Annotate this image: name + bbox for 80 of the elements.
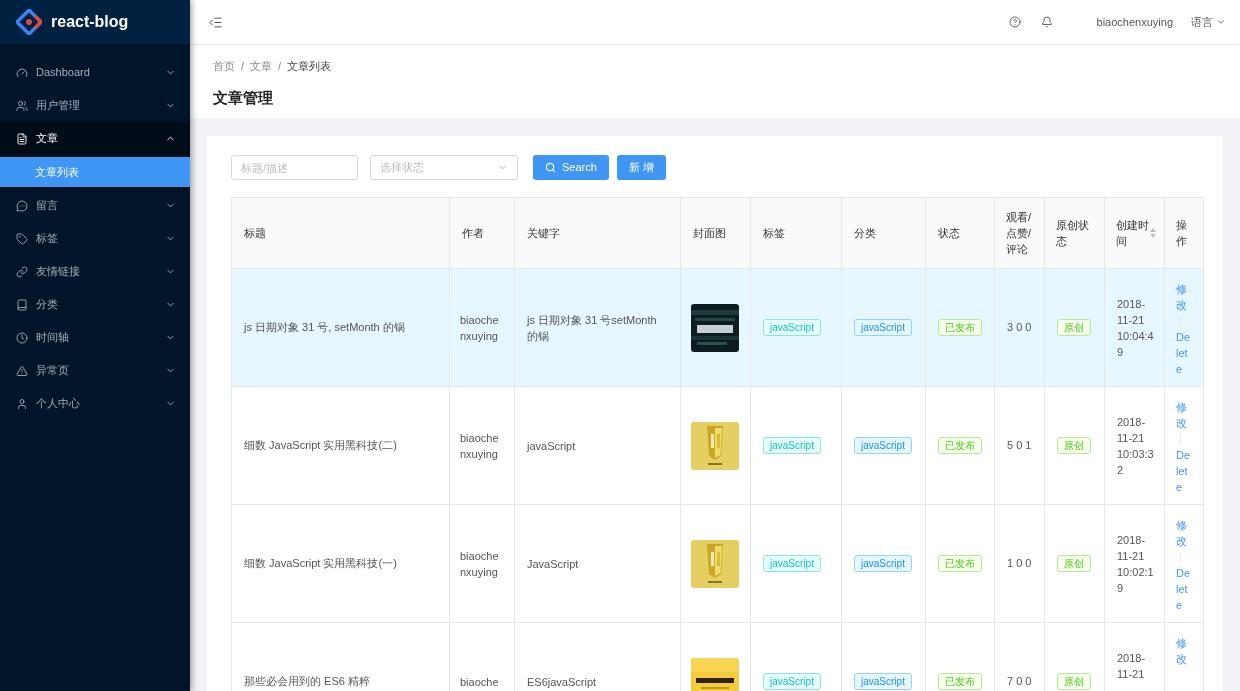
column-header: 分类 [841,197,926,269]
table-cell: 2018-11-21 10:03:32 [1104,386,1165,505]
table-cell: 3 0 0 [994,268,1045,387]
book-icon [16,298,28,311]
table-cell: js 日期对象 31 号setMonth 的锅 [514,268,681,387]
breadcrumb-separator: / [278,59,282,74]
caret-icon [1216,17,1226,27]
users-icon [16,99,28,112]
brand-name: react-blog [51,12,129,32]
menu-item[interactable]: 异常页 [0,354,190,387]
breadcrumb-separator: / [241,59,245,74]
menu-item[interactable]: 用户管理 [0,89,190,122]
search-field[interactable]: 标题/描述 [231,155,358,180]
category-label: javaScript [854,555,912,572]
table-cell: 5 0 1 [994,386,1045,505]
status-label: 已发布 [938,319,982,336]
column-header: 关键字 [514,197,681,269]
breadcrumb-item[interactable]: 首页 [213,58,235,75]
table-cell: biaochenxuying [449,504,515,623]
column-header: 封面图 [680,197,751,269]
breadcrumb-item[interactable]: 文章 [250,58,273,75]
tag-label: javaScript [763,319,821,336]
column-header: 作者 [449,197,515,269]
origin-label: 原创 [1057,555,1091,572]
column-header: 标题 [231,197,450,269]
tag-icon [16,232,28,245]
bell-icon[interactable] [1040,16,1053,28]
table-cell: 那些必会用到的 ES6 精粹 [231,622,450,691]
tag-label: javaScript [763,437,821,454]
menu-item[interactable]: 文章 [0,122,190,155]
menu-item[interactable]: 友情链接 [0,255,190,288]
menu-item[interactable]: 个人中心 [0,387,190,420]
tag-label: javaScript [763,673,821,690]
tag-label: javaScript [763,555,821,572]
table-cell: biaochenxuying [449,268,515,387]
column-header: 状态 [925,197,995,269]
link-icon [16,265,28,278]
category-label: javaScript [854,673,912,690]
clock-icon [16,331,28,344]
menu-item[interactable]: 标签 [0,222,190,255]
column-header: 原创状态 [1044,197,1105,269]
origin-label: 原创 [1057,673,1091,690]
status-label: 已发布 [938,555,982,572]
menu-fold-icon[interactable] [208,14,223,30]
file-icon [16,132,28,145]
column-header: 标签 [750,197,842,269]
table-cell: js 日期对象 31 号, setMonth 的锅 [231,268,450,387]
menu-item[interactable]: 分类 [0,288,190,321]
column-header: 观看/点赞/评论 [994,197,1045,269]
status-label: 已发布 [938,437,982,454]
table-cell: JavaScript [514,504,681,623]
table-row[interactable]: 那些必会用到的 ES6 精粹 biaoche ES6javaScript javaScript javaScript 已发布 7 0 0 原创 2018-11-21 修改 [231,622,1204,691]
origin-label: 原创 [1057,437,1091,454]
search-icon [545,162,556,173]
status-label: 已发布 [938,673,982,690]
warning-icon [16,364,28,377]
menu-item[interactable]: 留言 [0,189,190,222]
table-cell: 2018-11-21 10:02:19 [1104,504,1165,623]
chat-icon [16,199,28,212]
menu-item[interactable]: 时间轴 [0,321,190,354]
logo-icon [16,9,42,35]
language-menu[interactable]: 语言 [1191,13,1226,31]
table-cell: javaScript [514,386,681,505]
table-cell: 细数 JavaScript 实用黑科技(二) [231,386,450,505]
gauge-icon [16,66,28,79]
breadcrumb-item: 文章列表 [287,59,332,74]
table-cell: 细数 JavaScript 实用黑科技(一) [231,504,450,623]
category-label: javaScript [854,437,912,454]
table-cell: 1 0 0 [994,504,1045,623]
help-icon[interactable] [1008,16,1021,28]
column-header: 操作 [1164,197,1204,269]
origin-label: 原创 [1057,319,1091,336]
column-header[interactable]: 创建时间 [1104,197,1165,269]
user-icon [16,397,28,410]
table-cell: biaochenxuying [449,386,515,505]
page-title: 文章管理 [213,87,274,108]
username[interactable]: biaochenxuying [1096,13,1173,31]
table-cell: 2018-11-21 10:04:49 [1104,268,1165,387]
menu-item[interactable]: Dashboard [0,56,190,89]
category-label: javaScript [854,319,912,336]
